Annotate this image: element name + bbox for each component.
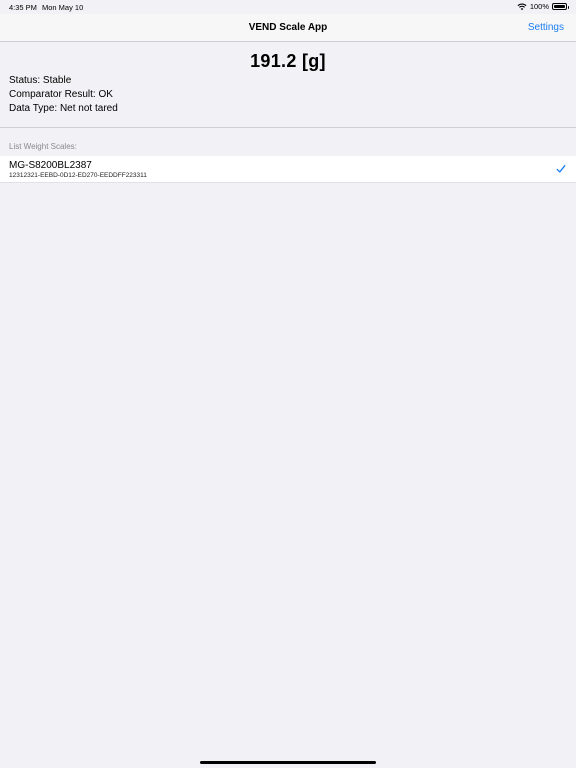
status-time: 4:35 PM xyxy=(9,3,37,12)
data-type-text: Data Type: Net not tared xyxy=(9,103,118,114)
list-item[interactable]: MG-S8200BL2387 12312321-EEBD-0D12-ED270-… xyxy=(0,156,576,182)
nav-title: VEND Scale App xyxy=(248,22,328,33)
status-date: Mon May 10 xyxy=(42,3,84,12)
home-indicator[interactable] xyxy=(200,761,376,764)
status-text: Status: Stable xyxy=(9,75,72,86)
app-screen: 4:35 PM Mon May 10 100% VEND Scale App S… xyxy=(0,0,576,768)
comparator-result-text: Comparator Result: OK xyxy=(9,89,113,100)
battery-icon xyxy=(552,3,569,10)
checkmark-icon xyxy=(556,165,566,173)
navigation-bar: VEND Scale App Settings xyxy=(0,14,576,42)
scale-id: 12312321-EEBD-0D12-ED270-EEDDFF223311 xyxy=(9,172,147,179)
status-indicators: 100% xyxy=(517,2,569,11)
weight-scale-list: MG-S8200BL2387 12312321-EEBD-0D12-ED270-… xyxy=(0,156,576,183)
scale-name: MG-S8200BL2387 xyxy=(9,160,92,171)
battery-percentage: 100% xyxy=(529,2,549,11)
list-section-header: List Weight Scales: xyxy=(9,142,77,151)
status-bar: 4:35 PM Mon May 10 100% xyxy=(0,0,576,14)
weight-value: 191.2 [g] xyxy=(250,51,326,71)
section-divider xyxy=(0,127,576,128)
wifi-icon xyxy=(517,3,527,10)
settings-button[interactable]: Settings xyxy=(528,22,564,33)
